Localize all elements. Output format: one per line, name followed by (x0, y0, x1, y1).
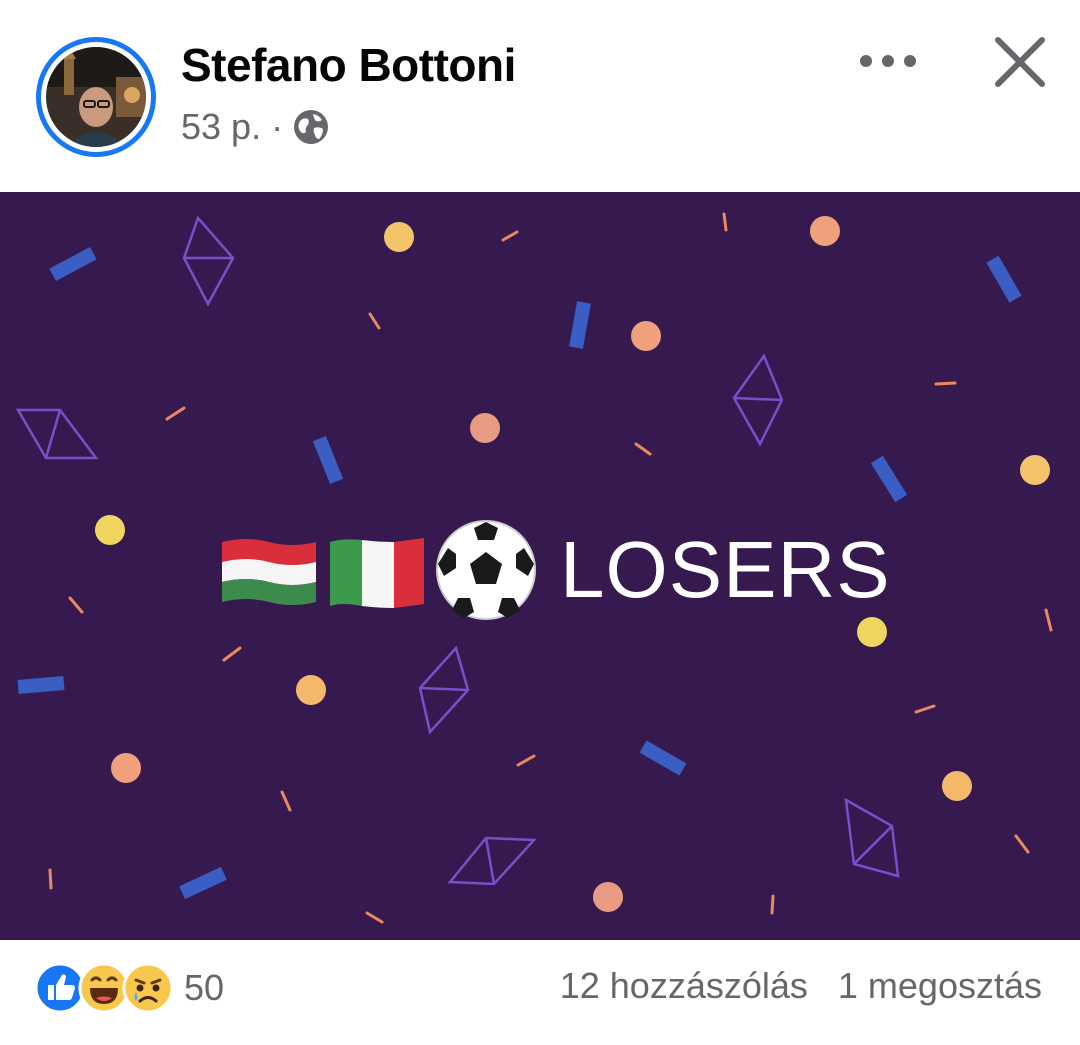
author-name[interactable]: Stefano Bottoni (181, 38, 516, 92)
globe-icon[interactable] (293, 109, 329, 145)
shares-link[interactable]: 1 megosztás (838, 965, 1042, 1007)
post-time[interactable]: 53 p. (181, 106, 261, 148)
separator: · (271, 106, 284, 147)
more-dots-icon[interactable] (850, 38, 926, 84)
reaction-count: 50 (184, 967, 225, 1008)
sad-icon (122, 962, 174, 1014)
engagement-stats: 12 hozzászólás 1 megosztás (560, 965, 1042, 1007)
avatar[interactable] (36, 37, 156, 157)
post-text: LOSERS (218, 520, 891, 620)
profile-photo (46, 47, 146, 147)
post-text-losers: LOSERS (560, 525, 891, 614)
reaction-summary[interactable]: 50 (34, 962, 224, 1014)
close-icon[interactable] (988, 30, 1052, 94)
italy-flag-icon (330, 538, 424, 608)
post-meta: 53 p. · (181, 104, 329, 150)
hungary-flag-icon (222, 539, 316, 605)
soccer-ball-icon (436, 520, 536, 620)
post-header: Stefano Bottoni 53 p. · (0, 0, 1080, 192)
post-content-banner[interactable]: LOSERS (0, 192, 1080, 940)
comments-link[interactable]: 12 hozzászólás (560, 965, 808, 1007)
